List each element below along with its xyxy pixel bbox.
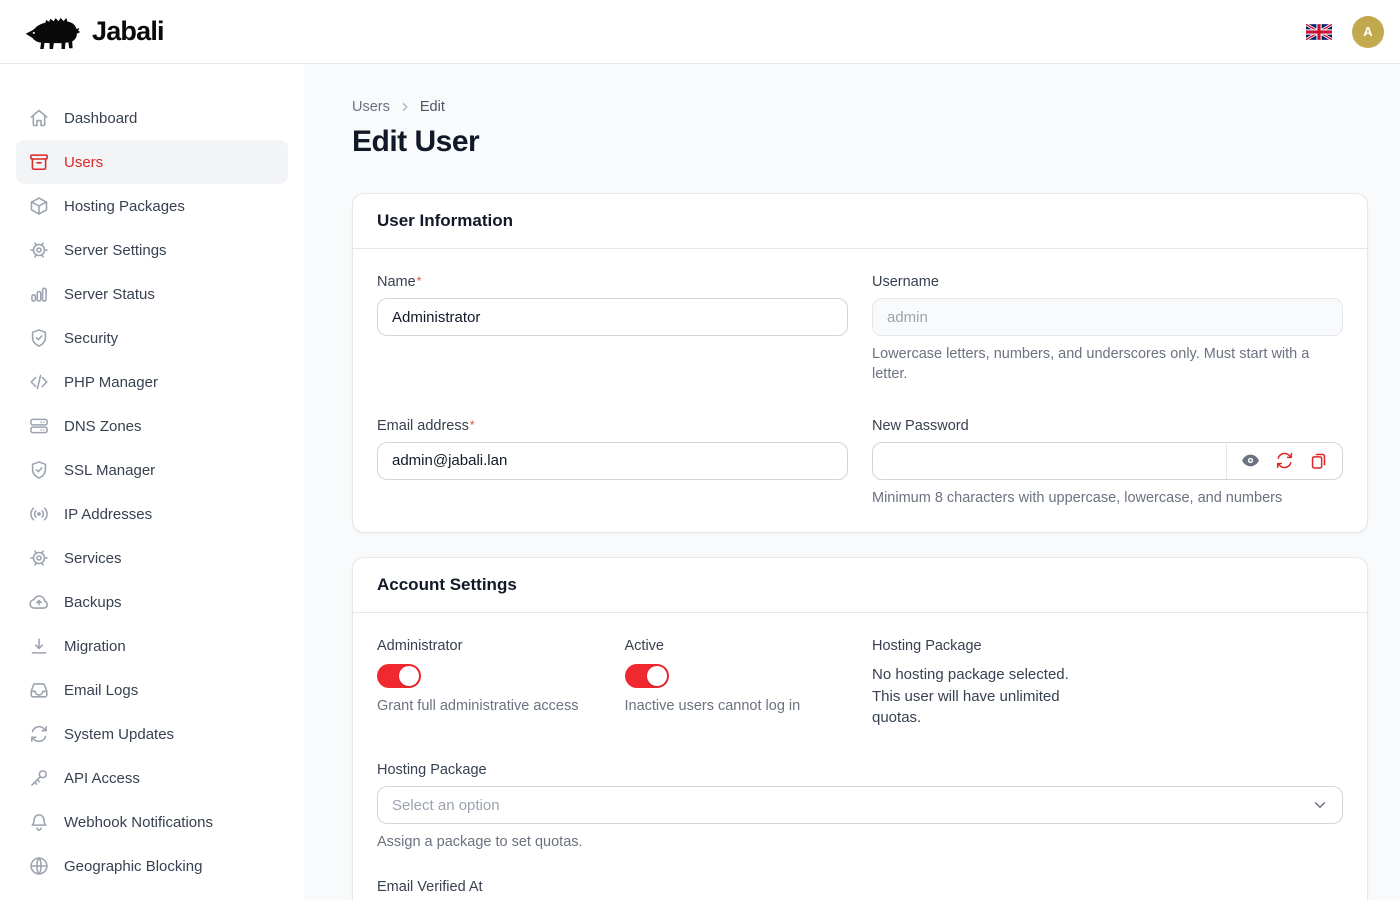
user-information-card: User Information Name* Username Lowercas… [352, 193, 1368, 533]
hosting-package-status-label: Hosting Package [872, 638, 982, 654]
sidebar-item-webhook-notifications[interactable]: Webhook Notifications [16, 800, 288, 844]
email-field-group: Email address* [377, 417, 848, 508]
new-password-label: New Password [872, 418, 969, 434]
name-label: Name [377, 274, 416, 290]
eye-icon[interactable] [1240, 450, 1261, 471]
language-switcher[interactable] [1306, 22, 1334, 42]
email-verified-group: Email Verified At dd/mm/yyyy --:-- [377, 878, 1343, 900]
code-icon [28, 371, 50, 393]
shield-icon [28, 327, 50, 349]
administrator-toggle[interactable] [377, 664, 421, 688]
username-input[interactable] [872, 298, 1343, 336]
sidebar-item-security[interactable]: Security [16, 316, 288, 360]
signal-icon [28, 503, 50, 525]
password-field-group: New Password Minimum 8 characters with u… [872, 417, 1343, 508]
sidebar-item-server-status[interactable]: Server Status [16, 272, 288, 316]
page-title: Edit User [352, 125, 1368, 159]
sidebar-item-api-access[interactable]: API Access [16, 756, 288, 800]
main-content: Users Edit Edit User User Information Na… [304, 64, 1400, 900]
administrator-label: Administrator [377, 638, 462, 654]
cog-icon [28, 239, 50, 261]
inbox-icon [28, 679, 50, 701]
home-icon [28, 107, 50, 129]
server-icon [28, 415, 50, 437]
chevron-right-icon [398, 100, 412, 114]
username-field-group: Username Lowercase letters, numbers, and… [872, 273, 1343, 385]
required-marker: * [417, 274, 422, 288]
sidebar-item-server-settings[interactable]: Server Settings [16, 228, 288, 272]
email-verified-label: Email Verified At [377, 879, 483, 895]
required-marker: * [470, 418, 475, 432]
breadcrumb-users[interactable]: Users [352, 99, 390, 115]
account-settings-card: Account Settings Administrator Grant ful… [352, 557, 1368, 900]
top-bar: Jabali A [0, 0, 1400, 64]
email-input[interactable] [377, 442, 848, 480]
sidebar-item-migration[interactable]: Migration [16, 624, 288, 668]
sidebar-item-hosting-packages[interactable]: Hosting Packages [16, 184, 288, 228]
active-label: Active [625, 638, 665, 654]
username-hint: Lowercase letters, numbers, and undersco… [872, 344, 1343, 385]
user-avatar[interactable]: A [1352, 16, 1384, 48]
sidebar-item-ip-addresses[interactable]: IP Addresses [16, 492, 288, 536]
cloud-up-icon [28, 591, 50, 613]
hosting-package-status-text: No hosting package selected. This user w… [872, 664, 1096, 729]
sidebar-item-geographic-blocking[interactable]: Geographic Blocking [16, 844, 288, 888]
sidebar-item-ssl-manager[interactable]: SSL Manager [16, 448, 288, 492]
globe-icon [28, 855, 50, 877]
sidebar-item-system-updates[interactable]: System Updates [16, 712, 288, 756]
brand-name: Jabali [92, 16, 164, 47]
copy-password-icon[interactable] [1308, 450, 1329, 471]
bell-icon [28, 811, 50, 833]
username-label: Username [872, 274, 939, 290]
card-title-user-information: User Information [377, 211, 1343, 231]
breadcrumb: Users Edit [352, 99, 1368, 115]
selected-option: Select an option [392, 797, 500, 814]
sidebar-item-users[interactable]: Users [16, 140, 288, 184]
card-title-account-settings: Account Settings [377, 575, 1343, 595]
boar-logo-icon [24, 13, 82, 51]
active-hint: Inactive users cannot log in [625, 696, 849, 716]
shield-icon [28, 459, 50, 481]
brand-link[interactable]: Jabali [24, 13, 164, 51]
sidebar-item-services[interactable]: Services [16, 536, 288, 580]
hosting-package-select[interactable]: Select an option [377, 786, 1343, 824]
cube-icon [28, 195, 50, 217]
active-toggle[interactable] [625, 664, 669, 688]
administrator-hint: Grant full administrative access [377, 696, 601, 716]
chevron-down-icon [1311, 796, 1329, 814]
archive-icon [28, 151, 50, 173]
name-field-group: Name* [377, 273, 848, 385]
chart-icon [28, 283, 50, 305]
sidebar-nav: Dashboard Users Hosting Packages Server … [0, 64, 304, 900]
key-icon [28, 767, 50, 789]
name-input[interactable] [377, 298, 848, 336]
download-icon [28, 635, 50, 657]
administrator-toggle-group: Administrator Grant full administrative … [377, 637, 601, 729]
regenerate-password-icon[interactable] [1274, 450, 1295, 471]
sidebar-item-php-manager[interactable]: PHP Manager [16, 360, 288, 404]
hosting-package-status-group: Hosting Package No hosting package selec… [872, 637, 1096, 729]
sidebar-item-dns-zones[interactable]: DNS Zones [16, 404, 288, 448]
breadcrumb-edit: Edit [420, 99, 445, 115]
uk-flag-icon [1306, 23, 1332, 41]
hosting-package-hint: Assign a package to set quotas. [377, 832, 1343, 852]
sidebar-item-email-logs[interactable]: Email Logs [16, 668, 288, 712]
hosting-package-label: Hosting Package [377, 762, 487, 778]
refresh-icon [28, 723, 50, 745]
hosting-package-select-group: Hosting Package Select an option Assign … [377, 761, 1343, 852]
cog-icon [28, 547, 50, 569]
active-toggle-group: Active Inactive users cannot log in [625, 637, 849, 729]
email-label: Email address [377, 418, 469, 434]
password-hint: Minimum 8 characters with uppercase, low… [872, 488, 1343, 508]
sidebar-item-backups[interactable]: Backups [16, 580, 288, 624]
sidebar-item-dashboard[interactable]: Dashboard [16, 96, 288, 140]
